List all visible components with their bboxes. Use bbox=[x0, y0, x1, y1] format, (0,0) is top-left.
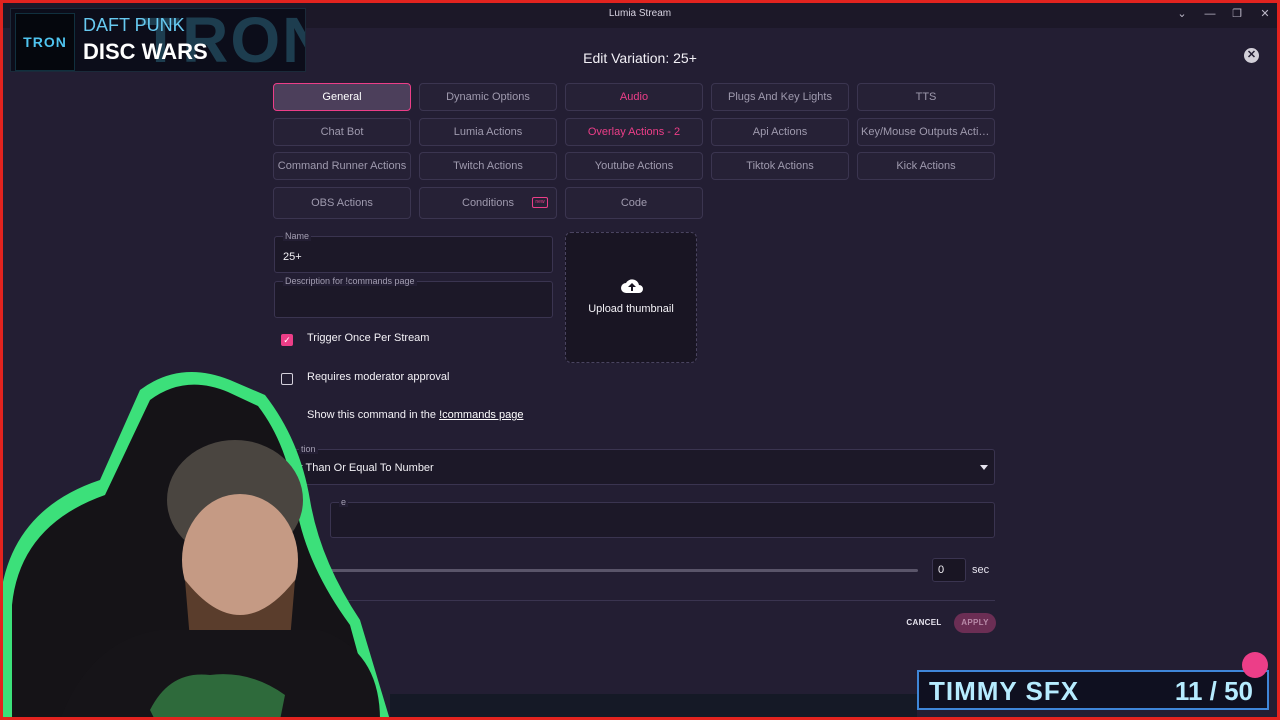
apply-button[interactable]: APPLY bbox=[954, 613, 996, 633]
window-close-icon[interactable]: ✕ bbox=[1257, 6, 1273, 22]
upload-thumbnail-button[interactable]: Upload thumbnail bbox=[565, 232, 697, 363]
tab-label: Dynamic Options bbox=[446, 91, 530, 103]
tab-code[interactable]: Code bbox=[565, 187, 703, 219]
description-label: Description for !commands page bbox=[283, 276, 417, 286]
tab-label: Lumia Actions bbox=[453, 126, 523, 138]
name-value: 25+ bbox=[283, 251, 302, 263]
trigger-once-checkbox[interactable]: ✓ bbox=[281, 334, 293, 346]
album-art-label: TRON bbox=[23, 34, 67, 50]
tab-label: Api Actions bbox=[752, 126, 808, 138]
tab-plugs-and-key-lights[interactable]: Plugs And Key Lights bbox=[711, 83, 849, 111]
value-field[interactable]: e bbox=[330, 497, 995, 538]
upload-label: Upload thumbnail bbox=[588, 303, 674, 315]
description-field[interactable]: Description for !commands page bbox=[274, 276, 553, 318]
tab-label: Code bbox=[620, 197, 648, 209]
close-icon[interactable]: ✕ bbox=[1244, 48, 1259, 63]
tab-lumia-actions[interactable]: Lumia Actions bbox=[419, 118, 557, 146]
tab-label: Plugs And Key Lights bbox=[728, 91, 832, 103]
now-playing-track: DISC WARS bbox=[83, 39, 208, 64]
tab-label: Audio bbox=[619, 91, 649, 103]
now-playing-widget: TRON TRON DAFT PUNK DISC WARS bbox=[10, 8, 306, 72]
tab-label: Kick Actions bbox=[896, 160, 956, 172]
cancel-button[interactable]: CANCEL bbox=[899, 613, 949, 633]
tab-kick-actions[interactable]: Kick Actions bbox=[857, 152, 995, 180]
divider bbox=[330, 600, 995, 601]
tab-tiktok-actions[interactable]: Tiktok Actions bbox=[711, 152, 849, 180]
album-art: TRON bbox=[15, 13, 75, 71]
new-badge: new bbox=[532, 197, 548, 208]
sfx-counter: TIMMY SFX 11 / 50 bbox=[917, 670, 1269, 710]
tab-dynamic-options[interactable]: Dynamic Options bbox=[419, 83, 557, 111]
sfx-count: 11 / 50 bbox=[1174, 676, 1253, 706]
cloud-upload-icon bbox=[621, 279, 643, 293]
notification-icon[interactable] bbox=[1242, 652, 1268, 678]
tab-label: Command Runner Actions bbox=[277, 160, 407, 172]
tab-label: General bbox=[322, 91, 362, 103]
tab-overlay-actions-2[interactable]: Overlay Actions - 2 bbox=[565, 118, 703, 146]
tab-tts[interactable]: TTS bbox=[857, 83, 995, 111]
delay-input[interactable]: 0 bbox=[932, 558, 966, 582]
tab-label: Youtube Actions bbox=[594, 160, 674, 172]
tab-label: Overlay Actions - 2 bbox=[587, 126, 681, 138]
tab-obs-actions[interactable]: OBS Actions bbox=[273, 187, 411, 219]
tab-api-actions[interactable]: Api Actions bbox=[711, 118, 849, 146]
trigger-once-label: Trigger Once Per Stream bbox=[307, 332, 430, 344]
delay-slider[interactable] bbox=[330, 569, 918, 572]
minimize-icon[interactable]: ⌄ bbox=[1174, 6, 1190, 22]
sfx-name: TIMMY SFX bbox=[929, 676, 1080, 706]
tab-chat-bot[interactable]: Chat Bot bbox=[273, 118, 411, 146]
name-field[interactable]: Name 25+ bbox=[274, 231, 553, 273]
now-playing-artist: DAFT PUNK bbox=[83, 15, 185, 35]
tab-command-runner-actions[interactable]: Command Runner Actions bbox=[273, 152, 411, 180]
restore-icon[interactable]: ❐ bbox=[1229, 6, 1245, 22]
tab-twitch-actions[interactable]: Twitch Actions bbox=[419, 152, 557, 180]
tab-key-mouse-outputs-actions[interactable]: Key/Mouse Outputs Actions bbox=[857, 118, 995, 146]
webcam-overlay bbox=[0, 372, 390, 720]
tab-label: Twitch Actions bbox=[453, 160, 523, 172]
condition-select[interactable]: tion r Than Or Equal To Number bbox=[290, 444, 995, 485]
tab-general[interactable]: General bbox=[273, 83, 411, 111]
tab-label: Key/Mouse Outputs Actions bbox=[861, 126, 995, 138]
dialog-title: Edit Variation: 25+ bbox=[583, 50, 697, 66]
delay-unit: sec bbox=[972, 564, 990, 576]
tab-label: TTS bbox=[915, 91, 937, 103]
tab-label: Conditions bbox=[462, 197, 514, 209]
tab-label: Tiktok Actions bbox=[746, 160, 814, 172]
bottom-strip bbox=[390, 694, 917, 717]
maximize-icon[interactable]: — bbox=[1202, 6, 1218, 22]
commands-page-link[interactable]: !commands page bbox=[439, 409, 523, 421]
name-label: Name bbox=[283, 231, 312, 241]
tab-conditions[interactable]: Conditions new bbox=[419, 187, 557, 219]
tab-audio[interactable]: Audio bbox=[565, 83, 703, 111]
tab-label: OBS Actions bbox=[311, 197, 373, 209]
chevron-down-icon bbox=[980, 465, 988, 470]
tab-label: Chat Bot bbox=[320, 126, 364, 138]
tab-youtube-actions[interactable]: Youtube Actions bbox=[565, 152, 703, 180]
